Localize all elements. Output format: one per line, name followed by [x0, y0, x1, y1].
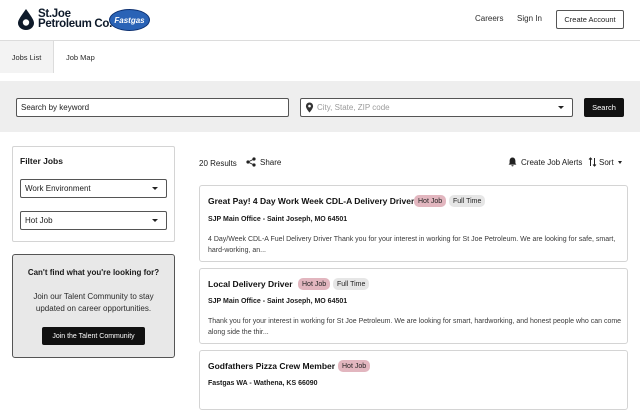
create-job-alerts-label: Create Job Alerts — [521, 157, 583, 167]
job-description: 4 Day/Week CDL-A Fuel Delivery Driver Th… — [208, 236, 616, 254]
share-label: Share — [260, 157, 282, 167]
filter-title: Filter Jobs — [20, 156, 63, 166]
job-location: Fastgas WA - Wathena, KS 66090 — [208, 380, 318, 387]
keyword-search-input[interactable]: Search by keyword — [16, 98, 289, 117]
tab-jobs-list[interactable]: Jobs List — [0, 41, 54, 73]
join-talent-community-button[interactable]: Join the Talent Community — [42, 327, 145, 345]
share-button[interactable]: Share — [246, 157, 281, 167]
talent-community-title: Can't find what you're looking for? — [27, 268, 160, 277]
work-environment-value: Work Environment — [25, 184, 91, 193]
sort-icon — [588, 157, 597, 167]
full-time-badge: Full Time — [449, 195, 486, 207]
chevron-down-icon[interactable] — [558, 106, 564, 109]
bell-icon — [508, 157, 517, 167]
hot-job-badge: Hot Job — [414, 195, 447, 207]
work-environment-select[interactable]: Work Environment — [20, 179, 167, 198]
fastgas-logo-text: Fastgas — [114, 15, 145, 25]
location-search-input[interactable]: City, State, ZIP code — [300, 98, 573, 117]
careers-link[interactable]: Careers — [475, 14, 503, 23]
hot-job-badge: Hot Job — [298, 278, 331, 290]
chevron-down-icon — [152, 219, 158, 222]
st-joe-petroleum-logo[interactable]: St.Joe Petroleum Co. — [16, 8, 112, 30]
sort-label: Sort — [599, 157, 614, 167]
job-title-link[interactable]: Great Pay! 4 Day Work Week CDL-A Deliver… — [208, 196, 414, 206]
job-card[interactable]: Local Delivery Driver Hot Job Full Time … — [199, 268, 628, 344]
hot-job-value: Hot Job — [25, 216, 53, 225]
create-job-alerts-button[interactable]: Create Job Alerts — [508, 157, 582, 167]
share-icon — [246, 157, 256, 167]
create-account-button[interactable]: Create Account — [556, 10, 624, 29]
job-card[interactable]: Great Pay! 4 Day Work Week CDL-A Deliver… — [199, 185, 628, 262]
job-location: SJP Main Office - Saint Joseph, MO 64501 — [208, 298, 348, 305]
chevron-down-icon — [152, 187, 158, 190]
fastgas-logo[interactable]: Fastgas — [109, 9, 150, 31]
sort-dropdown[interactable]: Sort — [588, 157, 622, 167]
hot-job-badge: Hot Job — [338, 360, 371, 372]
map-pin-icon — [305, 102, 314, 113]
job-title-link[interactable]: Godfathers Pizza Crew Member — [208, 361, 335, 371]
logo-text-line2: Petroleum Co. — [38, 18, 113, 30]
hot-job-select[interactable]: Hot Job — [20, 211, 167, 230]
talent-community-text: Join our Talent Community to stay update… — [33, 292, 154, 313]
top-navigation-bar: St.Joe Petroleum Co. Fastgas Careers Sig… — [0, 0, 640, 41]
job-location: SJP Main Office - Saint Joseph, MO 64501 — [208, 216, 348, 223]
search-button[interactable]: Search — [584, 98, 624, 117]
view-tabs: Jobs List Job Map — [0, 41, 640, 73]
job-title-link[interactable]: Local Delivery Driver — [208, 279, 293, 289]
results-count: 20 Results — [199, 159, 237, 168]
drop-logo-icon — [18, 9, 34, 30]
job-description: Thank you for your interest in working f… — [208, 318, 622, 336]
tab-job-map[interactable]: Job Map — [66, 41, 95, 73]
sign-in-link[interactable]: Sign In — [517, 14, 542, 23]
chevron-down-icon — [617, 160, 622, 164]
full-time-badge: Full Time — [333, 278, 370, 290]
job-card[interactable]: Godfathers Pizza Crew Member Hot Job Fas… — [199, 350, 628, 410]
location-placeholder: City, State, ZIP code — [317, 103, 390, 112]
